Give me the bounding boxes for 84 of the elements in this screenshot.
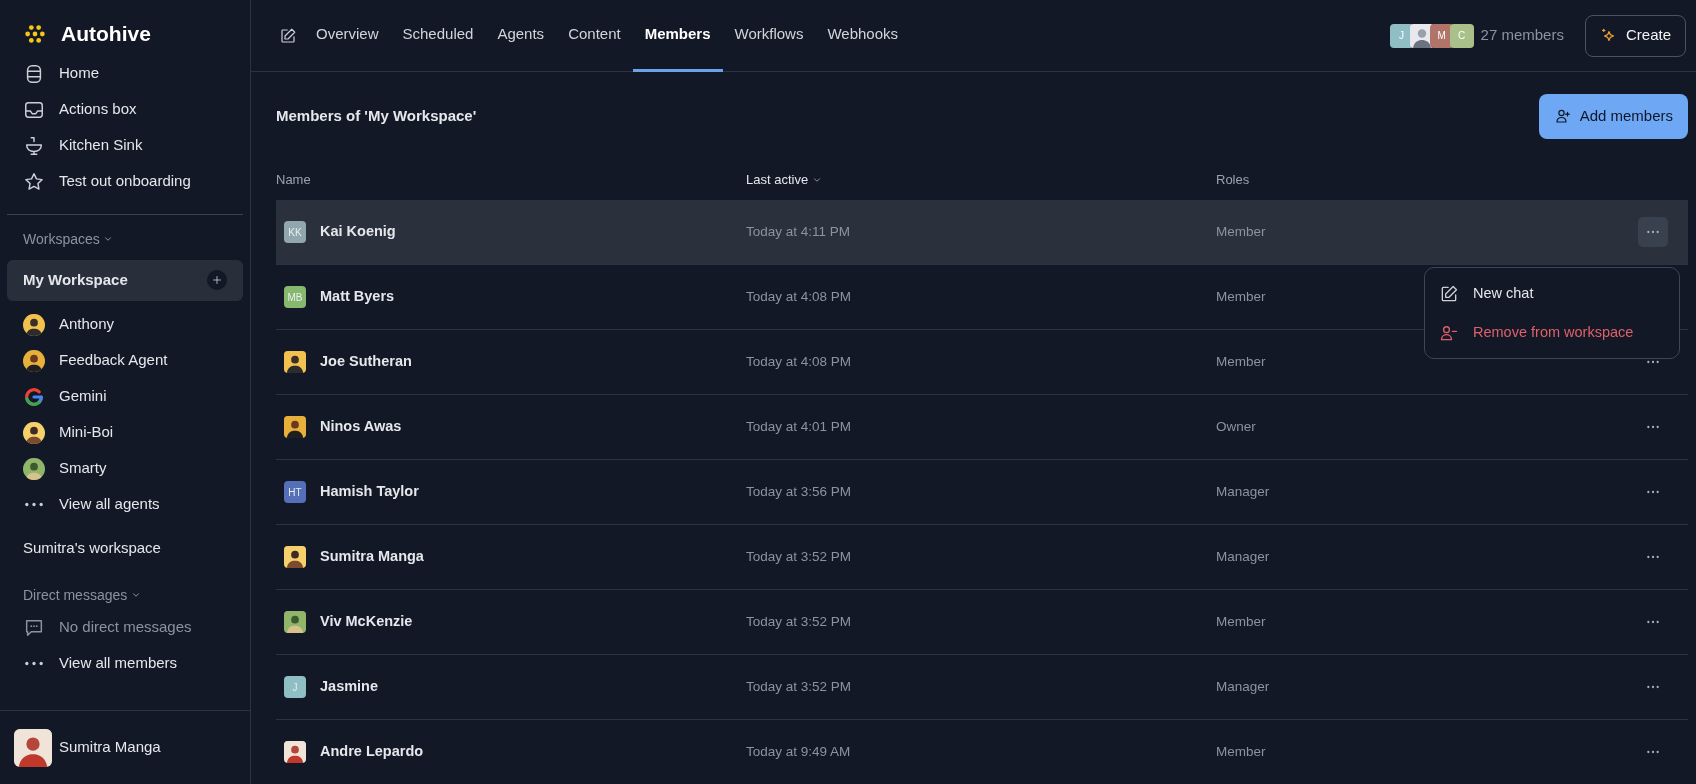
avatar: C (1449, 23, 1474, 48)
user-plus-icon (1553, 107, 1572, 125)
add-button[interactable] (207, 270, 227, 290)
view-all-link[interactable]: View all members (0, 645, 250, 682)
table-cell: Manager (1216, 679, 1270, 695)
table-row[interactable]: HT Hamish Taylor Today at 3:56 PM Manager (276, 460, 1688, 525)
column-header: Name (276, 171, 312, 190)
table-cell: Today at 9:49 AM (746, 744, 851, 760)
agent-item[interactable]: Mini-Boi (0, 414, 250, 451)
avatar: HT (284, 481, 306, 503)
table-cell: Today at 4:11 PM (746, 224, 851, 240)
table-cell: Member (1216, 224, 1266, 240)
user-name[interactable]: Sumitra Manga (59, 736, 161, 759)
tab[interactable]: Overview (304, 0, 391, 72)
g-logo-icon (23, 385, 45, 408)
table-row[interactable]: Ninos Awas Today at 4:01 PM Owner (276, 395, 1688, 460)
table-cell: Member (1216, 289, 1266, 305)
column-header: Roles (1216, 171, 1251, 190)
agent-item[interactable]: Smarty (0, 450, 250, 487)
agent-item[interactable]: Gemini (0, 378, 250, 415)
table-row[interactable]: Andre Lepardo Today at 9:49 AM Member (276, 720, 1688, 784)
nav-item[interactable]: Kitchen Sink (0, 127, 250, 164)
more-icon (25, 661, 43, 666)
section-heading[interactable]: Direct messages (0, 566, 250, 610)
tab[interactable]: Agents (485, 0, 557, 72)
table-cell: Today at 4:08 PM (746, 289, 852, 305)
hive-logo-icon (23, 22, 47, 45)
agent-item[interactable]: Feedback Agent (0, 342, 250, 379)
table-cell: Today at 3:52 PM (746, 549, 852, 565)
chevron-icon (811, 175, 822, 185)
edit-icon (1439, 283, 1459, 304)
nav-item[interactable]: Home (0, 55, 250, 92)
nav-item[interactable]: Test out onboarding (0, 163, 250, 200)
more-button[interactable] (1638, 217, 1668, 247)
nav-item[interactable]: Actions box (0, 91, 250, 128)
member-name: Matt Byers (320, 287, 395, 307)
table-cell: Owner (1216, 419, 1256, 435)
chevron-icon (103, 234, 114, 244)
member-name: Hamish Taylor (320, 482, 419, 502)
workspace-item[interactable]: My Workspace (7, 259, 243, 301)
avatar: MB (284, 286, 306, 308)
sink-icon (23, 134, 45, 157)
page-title: Members of 'My Workspace' (276, 107, 477, 125)
chevron-icon (130, 590, 141, 600)
workspace-name: My Workspace (23, 269, 128, 290)
member-name: Viv McKenzie (320, 612, 413, 632)
table-cell: Today at 3:56 PM (746, 484, 852, 500)
create-button[interactable]: Create (1584, 14, 1686, 57)
more-icon (25, 502, 43, 507)
brand-name: Autohive (61, 21, 151, 47)
agent-item[interactable]: Anthony (0, 306, 250, 343)
table-cell: Today at 3:52 PM (746, 679, 852, 695)
tab[interactable]: Scheduled (390, 0, 486, 72)
tab[interactable]: Workflows (722, 0, 816, 72)
table-row[interactable]: Sumitra Manga Today at 3:52 PM Manager (276, 525, 1688, 590)
add-members-button[interactable]: Add members (1538, 93, 1688, 139)
table-cell: Manager (1216, 484, 1270, 500)
member-name: Kai Koenig (320, 222, 396, 242)
column-header[interactable]: Last active (746, 170, 1216, 190)
table-cell: Today at 3:52 PM (746, 614, 852, 630)
table-cell: Manager (1216, 549, 1270, 565)
table-cell: Member (1216, 614, 1266, 630)
member-name: Ninos Awas (320, 417, 402, 437)
table-cell: Today at 4:01 PM (746, 419, 852, 435)
star-icon (23, 170, 45, 193)
member-count[interactable]: 27 members (1480, 24, 1564, 47)
workspace-item[interactable]: Sumitra's workspace (0, 530, 250, 567)
avatar: J (284, 676, 306, 698)
edit-icon (279, 27, 297, 46)
tab[interactable]: Content (556, 0, 633, 72)
avatar: KK (284, 221, 306, 243)
member-name: Andre Lepardo (320, 742, 424, 762)
empty-message: No direct messages (0, 609, 250, 646)
tab[interactable]: Webhooks (815, 0, 911, 72)
member-name: Jasmine (320, 677, 379, 697)
table-row[interactable]: J Jasmine Today at 3:52 PM Manager (276, 655, 1688, 720)
plus-icon (211, 274, 223, 286)
menu-item[interactable]: New chat (1425, 274, 1679, 313)
table-cell: Member (1216, 744, 1266, 760)
section-heading[interactable]: Workspaces (0, 214, 250, 254)
tab[interactable]: Members (632, 0, 723, 72)
member-name: Sumitra Manga (320, 547, 424, 567)
view-all-link[interactable]: View all agents (0, 486, 250, 523)
table-row[interactable]: Viv McKenzie Today at 3:52 PM Member (276, 590, 1688, 655)
